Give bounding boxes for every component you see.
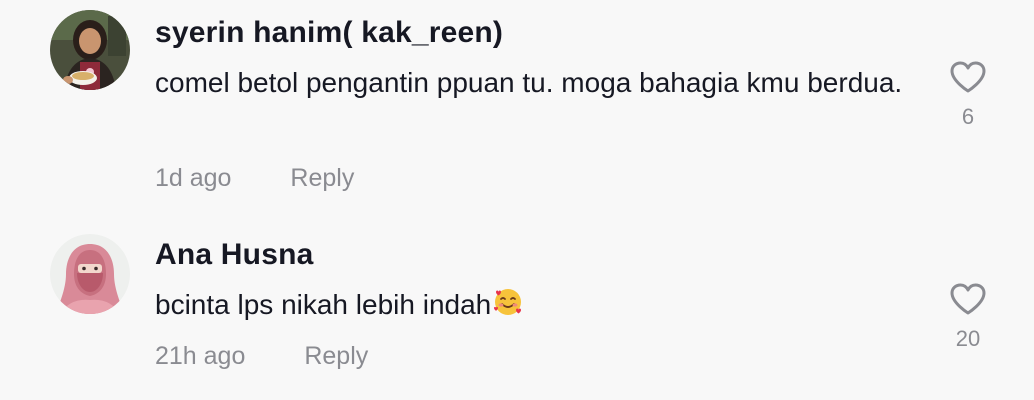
comment-meta: 21h ago Reply	[155, 342, 368, 371]
user-avatar[interactable]	[50, 10, 130, 90]
comment-item: syerin hanim( kak_reen) comel betol peng…	[0, 0, 1034, 214]
comment-username[interactable]: syerin hanim( kak_reen)	[155, 16, 503, 50]
comment-item: Ana Husna bcinta lps nikah lebih indah 2…	[0, 214, 1034, 400]
like-control: 20	[930, 282, 1006, 352]
user-avatar[interactable]	[50, 234, 130, 314]
comment-text: comel betol pengantin ppuan tu. moga bah…	[155, 67, 903, 98]
heart-icon[interactable]	[949, 60, 987, 94]
comment-username[interactable]: Ana Husna	[155, 238, 314, 272]
comment-text: bcinta lps nikah lebih indah	[155, 282, 915, 332]
like-count: 20	[955, 326, 981, 351]
like-count: 6	[961, 104, 975, 129]
comment-timestamp: 21h ago	[155, 342, 246, 370]
heart-icon[interactable]	[949, 282, 987, 316]
comment-text-body: bcinta lps nikah lebih indah	[155, 289, 492, 320]
reply-button[interactable]: Reply	[304, 342, 368, 371]
comment-timestamp: 1d ago	[155, 164, 232, 192]
comment-list: syerin hanim( kak_reen) comel betol peng…	[0, 0, 1034, 400]
reply-button[interactable]: Reply	[290, 164, 354, 193]
comment-meta: 1d ago Reply	[155, 164, 354, 193]
smiling-face-with-hearts-icon	[492, 286, 524, 332]
like-control: 6	[930, 60, 1006, 130]
